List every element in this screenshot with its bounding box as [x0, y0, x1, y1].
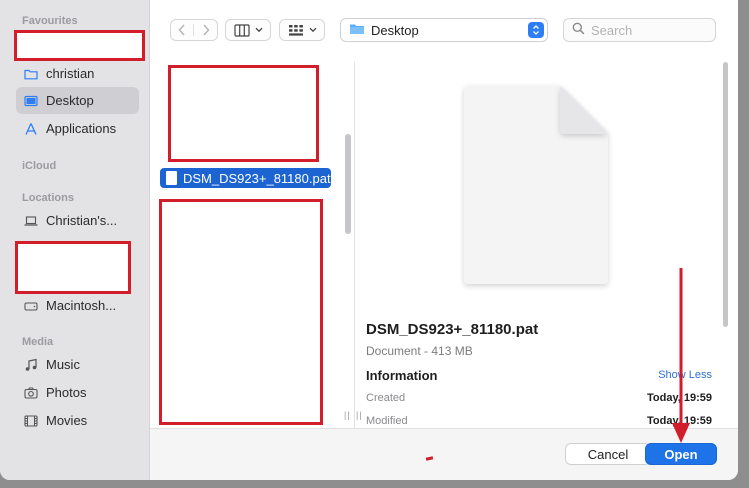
film-icon — [24, 414, 38, 428]
document-preview-icon — [464, 86, 608, 284]
show-less-link[interactable]: Show Less — [658, 369, 712, 381]
dialog-footer: Cancel Open — [150, 428, 738, 480]
redacted-annotation-box — [168, 65, 319, 162]
search-field[interactable] — [563, 18, 716, 42]
location-popup-select[interactable]: Desktop — [340, 18, 548, 42]
folder-icon — [24, 67, 38, 81]
favourites-section-title: Favourites — [22, 15, 78, 27]
columns-view-icon — [233, 23, 250, 37]
preview-scrollbar[interactable] — [723, 62, 728, 327]
scrollbar-thumb[interactable] — [345, 134, 351, 234]
redacted-annotation-box — [15, 241, 131, 294]
redacted-annotation-box — [159, 199, 323, 425]
open-file-dialog: Favourites christian Desktop Application… — [0, 0, 738, 480]
sidebar-item-applications[interactable]: Applications — [16, 115, 139, 142]
back-forward-buttons[interactable] — [170, 19, 218, 41]
sidebar-item-movies[interactable]: Movies — [16, 407, 139, 434]
cancel-button[interactable]: Cancel — [565, 443, 651, 465]
drive-icon — [24, 299, 38, 313]
modified-label: Modified — [366, 415, 408, 427]
sidebar-item-label: Photos — [46, 385, 87, 400]
music-icon — [24, 358, 38, 372]
group-by-button[interactable] — [279, 19, 325, 41]
chevron-down-icon — [255, 27, 263, 33]
sidebar-item-christians-mac[interactable]: Christian's... — [16, 207, 139, 234]
sidebar-item-label: Desktop — [46, 93, 94, 108]
sidebar-item-christian[interactable]: christian — [16, 60, 139, 87]
camera-icon — [24, 386, 38, 400]
selected-file-row[interactable]: DSM_DS923+_81180.pat — [160, 168, 331, 188]
desktop-icon — [24, 94, 38, 108]
sidebar-item-label: Movies — [46, 413, 88, 428]
created-value: Today, 19:59 — [646, 392, 712, 404]
sidebar-item-photos[interactable]: Photos — [16, 379, 139, 406]
information-heading: Information — [366, 368, 438, 383]
location-label: Desktop — [371, 22, 419, 38]
grid-view-icon — [288, 24, 304, 37]
open-button[interactable]: Open — [645, 443, 717, 465]
redacted-annotation-box — [14, 30, 145, 61]
preview-kind-size: Document - 413 MB — [366, 344, 473, 358]
sidebar-item-label: Christian's... — [46, 213, 118, 228]
sidebar-item-label: Macintosh... — [46, 298, 117, 313]
media-section-title: Media — [22, 336, 54, 348]
applications-icon — [24, 122, 38, 136]
file-name: DSM_DS923+_81180.pat — [183, 170, 331, 186]
laptop-icon — [24, 214, 38, 228]
document-icon — [166, 171, 177, 185]
chevron-left-icon[interactable] — [171, 24, 195, 36]
modified-value: Today, 19:59 — [646, 415, 712, 427]
chevron-down-icon — [309, 27, 317, 33]
sidebar-item-macintosh-hd[interactable]: Macintosh... — [16, 292, 139, 319]
preview-file-name: DSM_DS923+_81180.pat — [366, 321, 539, 338]
sidebar-item-label: Applications — [46, 121, 117, 136]
file-browser-column[interactable]: DSM_DS923+_81180.pat || — [150, 62, 355, 428]
locations-section-title: Locations — [22, 192, 74, 204]
view-mode-columns-button[interactable] — [225, 19, 271, 41]
chevron-right-icon[interactable] — [194, 24, 217, 36]
column-resize-handle[interactable]: || — [344, 410, 351, 420]
sidebar-item-label: Music — [46, 357, 80, 372]
created-label: Created — [366, 392, 406, 404]
preview-pane: DSM_DS923+_81180.pat Document - 413 MB I… — [356, 62, 728, 428]
search-input[interactable] — [591, 22, 711, 38]
column-resize-handle[interactable]: || — [356, 410, 363, 420]
icloud-section-title: iCloud — [22, 160, 57, 172]
search-icon — [572, 22, 585, 38]
folder-icon — [349, 22, 365, 38]
sidebar-item-music[interactable]: Music — [16, 351, 139, 378]
sidebar: Favourites christian Desktop Application… — [0, 0, 150, 480]
sidebar-item-desktop[interactable]: Desktop — [16, 87, 139, 114]
up-down-chevron-icon — [528, 22, 544, 38]
sidebar-item-label: christian — [46, 66, 95, 81]
